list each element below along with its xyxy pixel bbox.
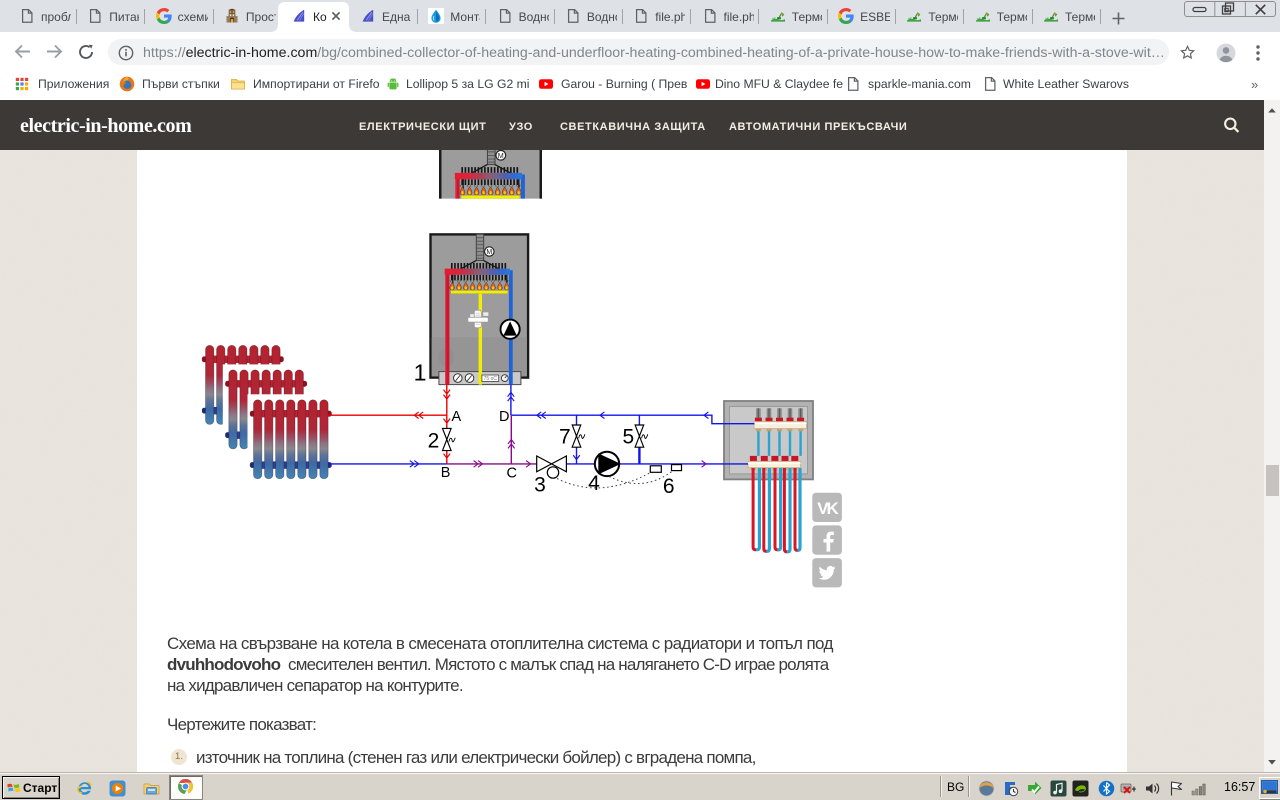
svg-text:VK: VK (817, 499, 839, 518)
svg-text:3: 3 (534, 474, 546, 497)
svg-text:B: B (441, 465, 451, 481)
svg-text:A: A (451, 409, 461, 425)
svg-text:7: 7 (559, 426, 571, 449)
svg-text:2: 2 (428, 430, 440, 453)
svg-text:6: 6 (663, 475, 675, 498)
svg-text:4: 4 (588, 472, 600, 495)
svg-text:D: D (499, 409, 509, 425)
svg-text:1: 1 (414, 360, 427, 386)
svg-text:C: C (507, 466, 517, 482)
svg-text:5: 5 (623, 426, 635, 449)
